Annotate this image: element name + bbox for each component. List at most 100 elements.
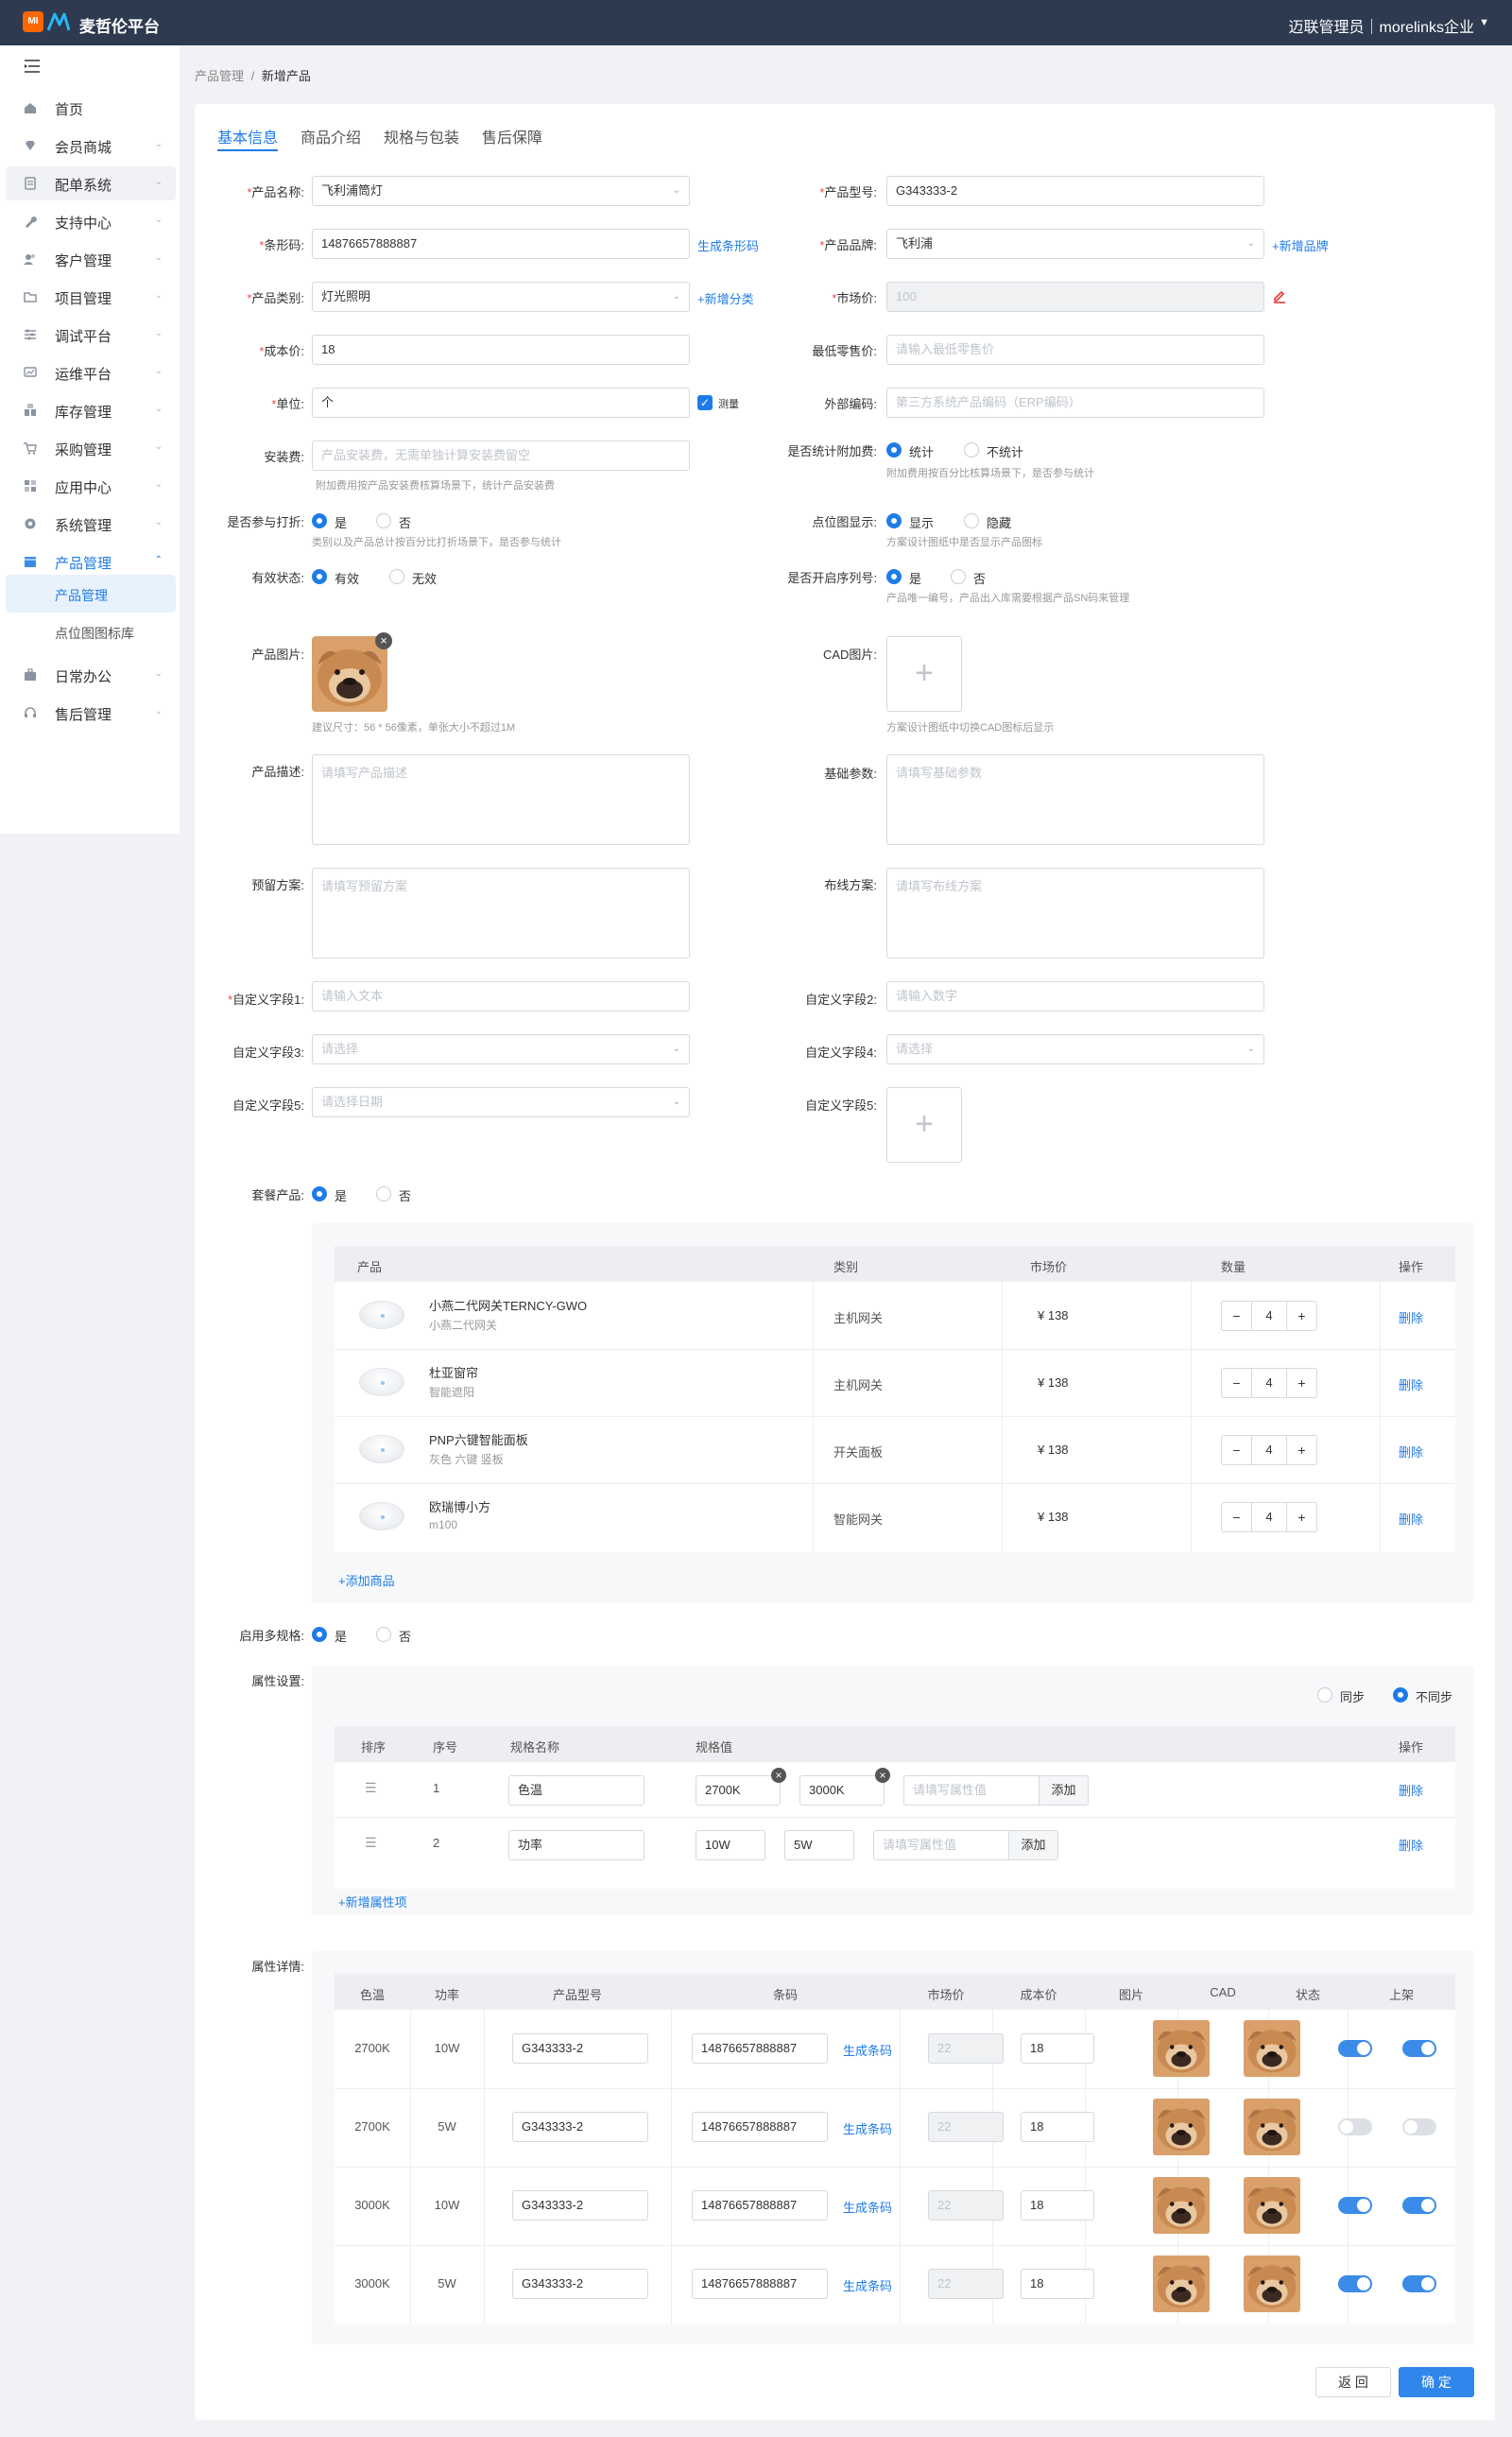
- barcode-input[interactable]: 14876657888887: [692, 2269, 828, 2299]
- delete-link[interactable]: 删除: [1399, 1443, 1423, 1460]
- cad-upload-button[interactable]: +: [886, 636, 962, 712]
- increment-button[interactable]: +: [1286, 1436, 1316, 1464]
- variant-image-thumb[interactable]: [1153, 2177, 1210, 2234]
- spec-value-placeholder-input[interactable]: 请填写属性值: [903, 1775, 1040, 1806]
- status-toggle[interactable]: [1338, 2275, 1372, 2292]
- decrement-button[interactable]: −: [1222, 1436, 1252, 1464]
- add-product-link[interactable]: +添加商品: [338, 1571, 395, 1589]
- variant-cad-thumb[interactable]: [1244, 2020, 1300, 2077]
- sidebar-item[interactable]: 项目管理 ⌄: [6, 280, 176, 314]
- base-params-textarea[interactable]: 请填写基础参数: [886, 754, 1264, 845]
- product-name[interactable]: PNP六键智能面板: [429, 1430, 528, 1448]
- confirm-button[interactable]: 确 定: [1399, 2367, 1474, 2397]
- product-model-input[interactable]: G343333-2: [886, 176, 1264, 206]
- edit-icon[interactable]: [1272, 288, 1287, 303]
- sidebar-item[interactable]: 库存管理 ⌄: [6, 393, 176, 427]
- spec-value-input[interactable]: 5W: [784, 1830, 854, 1860]
- delete-link[interactable]: 删除: [1399, 1510, 1423, 1528]
- delete-link[interactable]: 删除: [1399, 1375, 1423, 1393]
- sidebar-item[interactable]: 系统管理 ⌄: [6, 507, 176, 541]
- quantity-value[interactable]: 4: [1252, 1436, 1286, 1464]
- remove-image-icon[interactable]: ×: [375, 632, 392, 649]
- sidebar-item[interactable]: 运维平台 ⌄: [6, 355, 176, 389]
- remove-value-icon[interactable]: ×: [771, 1768, 786, 1783]
- generate-barcode-link[interactable]: 生成条码: [843, 2041, 892, 2059]
- barcode-input[interactable]: 14876657888887: [692, 2190, 828, 2221]
- external-code-input[interactable]: 第三方系统产品编码（ERP编码）: [886, 388, 1264, 418]
- tab-basic-info[interactable]: 基本信息: [217, 125, 278, 147]
- product-image-thumb[interactable]: [312, 636, 387, 712]
- increment-button[interactable]: +: [1286, 1302, 1316, 1330]
- back-button[interactable]: 返 回: [1315, 2367, 1391, 2397]
- barcode-input[interactable]: 14876657888887: [312, 229, 690, 259]
- quantity-stepper[interactable]: −4 +: [1221, 1368, 1317, 1398]
- model-input[interactable]: G343333-2: [512, 2033, 648, 2064]
- barcode-input[interactable]: 14876657888887: [692, 2112, 828, 2142]
- sidebar-item[interactable]: 调试平台 ⌄: [6, 318, 176, 352]
- cost-price-input[interactable]: 18: [312, 335, 690, 365]
- menu-toggle-icon[interactable]: [23, 57, 42, 76]
- quantity-value[interactable]: 4: [1252, 1369, 1286, 1397]
- product-name-select[interactable]: 飞利浦筒灯 ⌄: [312, 176, 690, 206]
- sidebar-item[interactable]: 支持中心 ⌄: [6, 204, 176, 238]
- wiring-plan-textarea[interactable]: 请填写布线方案: [886, 868, 1264, 959]
- sidebar-subitem[interactable]: 产品管理: [6, 575, 176, 613]
- sidebar-item[interactable]: 首页: [6, 91, 176, 125]
- decrement-button[interactable]: −: [1222, 1302, 1252, 1330]
- custom-field-1-input[interactable]: 请输入文本: [312, 981, 690, 1011]
- sidebar-item[interactable]: 产品管理 ⌃: [6, 544, 176, 579]
- quantity-stepper[interactable]: −4 +: [1221, 1301, 1317, 1331]
- remove-value-icon[interactable]: ×: [875, 1768, 890, 1783]
- sidebar-item[interactable]: 客户管理 ⌄: [6, 242, 176, 276]
- variant-image-thumb[interactable]: [1153, 2020, 1210, 2077]
- unit-input[interactable]: 个: [312, 388, 690, 418]
- custom-field-2-input[interactable]: 请输入数字: [886, 981, 1264, 1011]
- drag-handle-icon[interactable]: ☰: [365, 1835, 377, 1851]
- model-input[interactable]: G343333-2: [512, 2190, 648, 2221]
- breadcrumb-parent[interactable]: 产品管理: [195, 69, 244, 83]
- spec-value-input[interactable]: 10W: [696, 1830, 765, 1860]
- add-value-button[interactable]: 添加: [1009, 1830, 1058, 1860]
- cost-price-input[interactable]: 18: [1021, 2269, 1094, 2299]
- variant-cad-thumb[interactable]: [1244, 2177, 1300, 2234]
- quantity-value[interactable]: 4: [1252, 1302, 1286, 1330]
- model-input[interactable]: G343333-2: [512, 2269, 648, 2299]
- variant-image-thumb[interactable]: [1153, 2256, 1210, 2312]
- custom-field-4-select[interactable]: 请选择 ⌄: [886, 1034, 1264, 1064]
- shelf-toggle[interactable]: [1402, 2275, 1436, 2292]
- quantity-value[interactable]: 4: [1252, 1503, 1286, 1531]
- sidebar-item[interactable]: 采购管理 ⌄: [6, 431, 176, 465]
- sidebar-item[interactable]: 售后管理 ⌄: [6, 696, 176, 730]
- generate-barcode-link[interactable]: 生成条码: [843, 2276, 892, 2294]
- status-toggle[interactable]: [1338, 2040, 1372, 2057]
- measure-checkbox[interactable]: ✓: [697, 395, 713, 410]
- delete-link[interactable]: 删除: [1399, 1308, 1423, 1326]
- sidebar-item[interactable]: 会员商城 ⌄: [6, 129, 176, 163]
- custom-field-5-date[interactable]: 请选择日期 ⌄: [312, 1087, 690, 1117]
- sidebar-subitem[interactable]: 点位图图标库: [6, 613, 176, 650]
- tab-after-sales[interactable]: 售后保障: [482, 125, 542, 147]
- decrement-button[interactable]: −: [1222, 1369, 1252, 1397]
- chevron-down-icon[interactable]: ▼: [1479, 17, 1489, 28]
- barcode-input[interactable]: 14876657888887: [692, 2033, 828, 2064]
- increment-button[interactable]: +: [1286, 1369, 1316, 1397]
- cost-price-input[interactable]: 18: [1021, 2033, 1094, 2064]
- delete-link[interactable]: 删除: [1399, 1781, 1423, 1799]
- spec-value-input[interactable]: 3000K: [799, 1775, 885, 1806]
- product-name[interactable]: 小燕二代网关TERNCY-GWO: [429, 1296, 587, 1314]
- quantity-stepper[interactable]: −4 +: [1221, 1502, 1317, 1532]
- spec-name-input[interactable]: 功率: [508, 1830, 644, 1860]
- tab-spec-packaging[interactable]: 规格与包装: [384, 125, 459, 147]
- decrement-button[interactable]: −: [1222, 1503, 1252, 1531]
- generate-barcode-link[interactable]: 生成条码: [843, 2198, 892, 2216]
- shelf-toggle[interactable]: [1402, 2040, 1436, 2057]
- variant-cad-thumb[interactable]: [1244, 2256, 1300, 2312]
- add-brand-link[interactable]: +新增品牌: [1272, 236, 1329, 254]
- cost-price-input[interactable]: 18: [1021, 2190, 1094, 2221]
- spec-name-input[interactable]: 色温: [508, 1775, 644, 1806]
- delete-link[interactable]: 删除: [1399, 1836, 1423, 1854]
- product-name[interactable]: 欧瑞博小方: [429, 1497, 490, 1515]
- add-attribute-link[interactable]: +新增属性项: [338, 1893, 407, 1910]
- custom-field-3-select[interactable]: 请选择 ⌄: [312, 1034, 690, 1064]
- product-desc-textarea[interactable]: 请填写产品描述: [312, 754, 690, 845]
